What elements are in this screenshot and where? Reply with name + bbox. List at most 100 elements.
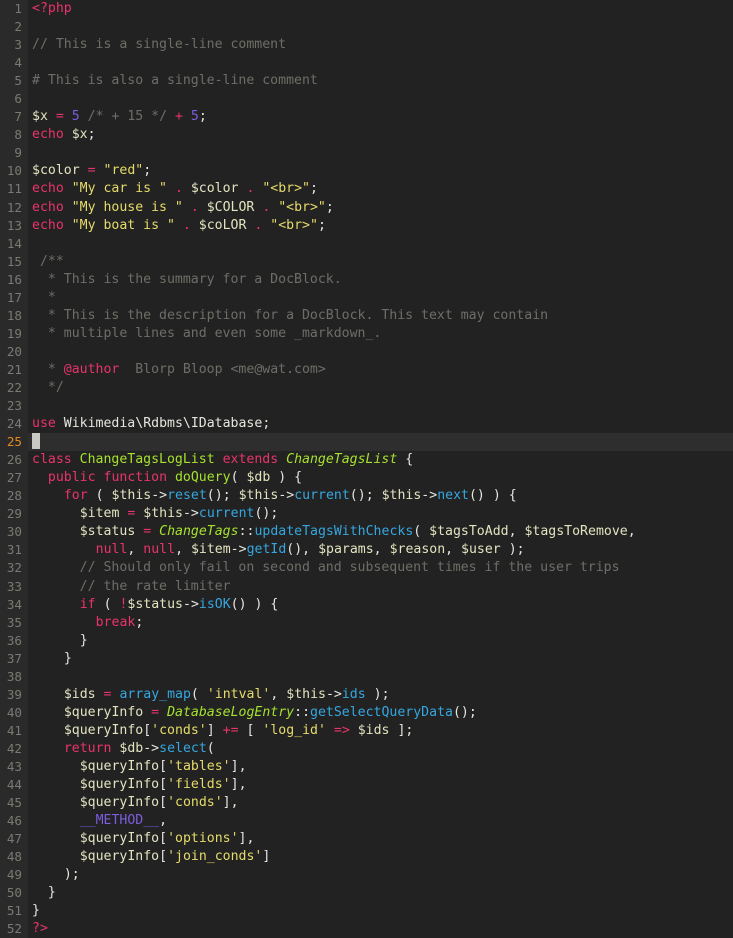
code-line-content[interactable]: $queryInfo['conds'] += [ 'log_id' => $id… (28, 722, 733, 740)
code-line-content[interactable]: // the rate limiter (28, 578, 733, 596)
code-line[interactable]: 37 } (0, 649, 733, 668)
code-line-content[interactable]: $queryInfo['conds'], (28, 794, 733, 812)
code-line-content[interactable]: for ( $this->reset(); $this->current(); … (28, 487, 733, 505)
code-line[interactable]: 1 <?php (0, 0, 733, 19)
code-line-content[interactable]: } (28, 902, 733, 920)
code-line[interactable]: 32 // Should only fail on second and sub… (0, 559, 733, 578)
code-line-content[interactable]: ); (28, 866, 733, 884)
code-line-content[interactable]: return $db->select( (28, 740, 733, 758)
code-line[interactable]: 43 $queryInfo['tables'], (0, 757, 733, 777)
code-line[interactable]: 6 (0, 90, 733, 109)
line-number: 13 (0, 216, 28, 235)
code-line-content[interactable]: // Should only fail on second and subseq… (28, 559, 733, 577)
code-line[interactable]: 2 (0, 18, 733, 37)
code-line[interactable]: 31 null, null, $item->getId(), $params, … (0, 541, 733, 560)
code-line-content[interactable]: */ (28, 379, 733, 397)
code-line[interactable]: 38 (0, 667, 733, 686)
code-line[interactable]: 3// This is a single-line comment (0, 36, 733, 55)
code-line[interactable]: 45 $queryInfo['conds'], (0, 794, 733, 813)
code-line[interactable]: 46 __METHOD__, (0, 812, 733, 831)
code-line-content[interactable]: class ChangeTagsLogList extends ChangeTa… (28, 451, 733, 469)
code-line[interactable]: 36 } (0, 631, 733, 650)
code-line-content[interactable]: $ids = array_map( 'intval', $this->ids )… (28, 686, 733, 704)
code-line-content[interactable]: $queryInfo['options'], (28, 830, 733, 848)
code-line[interactable]: 5 # This is also a single-line comment (0, 72, 733, 91)
code-line-content[interactable]: $queryInfo['tables'], (28, 758, 733, 776)
code-line-content[interactable]: # This is also a single-line comment (28, 72, 733, 90)
code-line-content[interactable]: echo $x; (28, 126, 733, 144)
code-line-content[interactable]: public function doQuery( $db ) { (28, 469, 733, 487)
code-line[interactable]: 40 $queryInfo = DatabaseLogEntry::getSel… (0, 703, 733, 722)
code-line-content[interactable]: * (28, 289, 733, 307)
code-line-content[interactable]: break; (28, 614, 733, 632)
code-line-content[interactable]: $status = ChangeTags::updateTagsWithChec… (28, 523, 733, 541)
code-line-content[interactable]: } (28, 884, 733, 902)
code-line[interactable]: 44 $queryInfo['fields'], (0, 776, 733, 795)
code-line-content[interactable]: use Wikimedia\Rdbms\IDatabase; (28, 415, 733, 433)
line-number: 29 (0, 505, 28, 524)
code-line-content[interactable]: $queryInfo['fields'], (28, 776, 733, 794)
code-line-content[interactable]: * @author Blorp Bloop <me@wat.com> (28, 361, 733, 379)
code-line-content[interactable]: if ( !$status->isOK() ) { (28, 596, 733, 614)
code-line[interactable]: 41 $queryInfo['conds'] += [ 'log_id' => … (0, 721, 733, 740)
code-line-content[interactable]: $x = 5 /* + 15 */ + 5; (28, 108, 733, 126)
code-line[interactable]: 47 $queryInfo['options'], (0, 830, 733, 849)
code-line[interactable]: 21 * @author Blorp Bloop <me@wat.com> (0, 360, 733, 379)
code-line[interactable]: 10 $color = "red"; (0, 162, 733, 181)
code-line-content[interactable]: echo "My house is " . $COLOR . "<br>"; (28, 199, 733, 217)
code-line[interactable]: 51} (0, 902, 733, 921)
code-line-content[interactable]: } (28, 650, 733, 668)
code-line-active[interactable]: 25 (0, 433, 733, 452)
code-line-content[interactable]: ?> (28, 920, 733, 938)
code-line-content[interactable]: // This is a single-line comment (28, 36, 733, 54)
code-line[interactable]: 27 public function doQuery( $db ) { (0, 469, 733, 488)
code-line[interactable]: 30 $status = ChangeTags::updateTagsWithC… (0, 523, 733, 542)
code-line[interactable]: 22 */ (0, 378, 733, 398)
code-line[interactable]: 20 (0, 342, 733, 361)
code-line[interactable]: 14 (0, 234, 733, 253)
code-line[interactable]: 33 // the rate limiter (0, 577, 733, 596)
code-line-content[interactable]: $queryInfo = DatabaseLogEntry::getSelect… (28, 704, 733, 722)
code-line[interactable]: 12 echo "My house is " . $COLOR . "<br>"; (0, 198, 733, 217)
code-line[interactable]: 26 class ChangeTagsLogList extends Change… (0, 451, 733, 470)
code-line-content[interactable]: $color = "red"; (28, 162, 733, 180)
code-line-content[interactable]: * This is the summary for a DocBlock. (28, 271, 733, 289)
code-line[interactable]: 34 if ( !$status->isOK() ) { (0, 595, 733, 614)
code-line[interactable]: 19 * multiple lines and even some _markd… (0, 324, 733, 343)
code-line[interactable]: 23 (0, 397, 733, 416)
code-line[interactable]: 50 } (0, 884, 733, 903)
code-line-content[interactable]: /** (28, 253, 733, 271)
code-line-content[interactable]: echo "My car is " . $color . "<br>"; (28, 180, 733, 198)
code-line[interactable]: 11 echo "My car is " . $color . "<br>"; (0, 180, 733, 199)
code-line-content[interactable]: __METHOD__, (28, 812, 733, 830)
code-line[interactable]: 8 echo $x; (0, 126, 733, 145)
code-line[interactable]: 9 (0, 144, 733, 163)
code-line[interactable]: 52 ?> (0, 920, 733, 938)
code-line[interactable]: 18 * This is the description for a DocBl… (0, 306, 733, 325)
code-line-content[interactable]: * multiple lines and even some _markdown… (28, 325, 733, 343)
code-line-content[interactable] (28, 433, 733, 452)
code-line-content[interactable]: echo "My boat is " . $coLOR . "<br>"; (28, 217, 733, 235)
code-line-content[interactable]: $item = $this->current(); (28, 505, 733, 523)
code-line-content[interactable]: * This is the description for a DocBlock… (28, 307, 733, 325)
code-editor[interactable]: 1 <?php 2 3// This is a single-line comment… (0, 0, 733, 938)
code-line[interactable]: 48 $queryInfo['join_conds'] (0, 848, 733, 867)
code-line-content[interactable]: $queryInfo['join_conds'] (28, 848, 733, 866)
code-line[interactable]: 28 for ( $this->reset(); $this->current(… (0, 487, 733, 506)
code-line-content[interactable]: } (28, 632, 733, 650)
code-line[interactable]: 49 ); (0, 866, 733, 885)
code-line-content[interactable]: <?php (28, 0, 733, 18)
code-line[interactable]: 39 $ids = array_map( 'intval', $this->id… (0, 685, 733, 704)
code-line[interactable]: 24 use Wikimedia\Rdbms\IDatabase; (0, 415, 733, 434)
code-line[interactable]: 16 * This is the summary for a DocBlock. (0, 270, 733, 289)
code-line[interactable]: 13 echo "My boat is " . $coLOR . "<br>"; (0, 216, 733, 235)
code-line[interactable]: 7 $x = 5 /* + 15 */ + 5; (0, 108, 733, 127)
code-line[interactable]: 29 $item = $this->current(); (0, 505, 733, 524)
code-line[interactable]: 42 return $db->select( (0, 739, 733, 758)
code-line[interactable]: 15 /** (0, 252, 733, 271)
code-line[interactable]: 4 (0, 54, 733, 73)
code-line[interactable]: 17 * (0, 288, 733, 307)
code-line[interactable]: 35 break; (0, 613, 733, 632)
code-line-content[interactable]: null, null, $item->getId(), $params, $re… (28, 541, 733, 559)
line-number: 32 (0, 559, 28, 578)
